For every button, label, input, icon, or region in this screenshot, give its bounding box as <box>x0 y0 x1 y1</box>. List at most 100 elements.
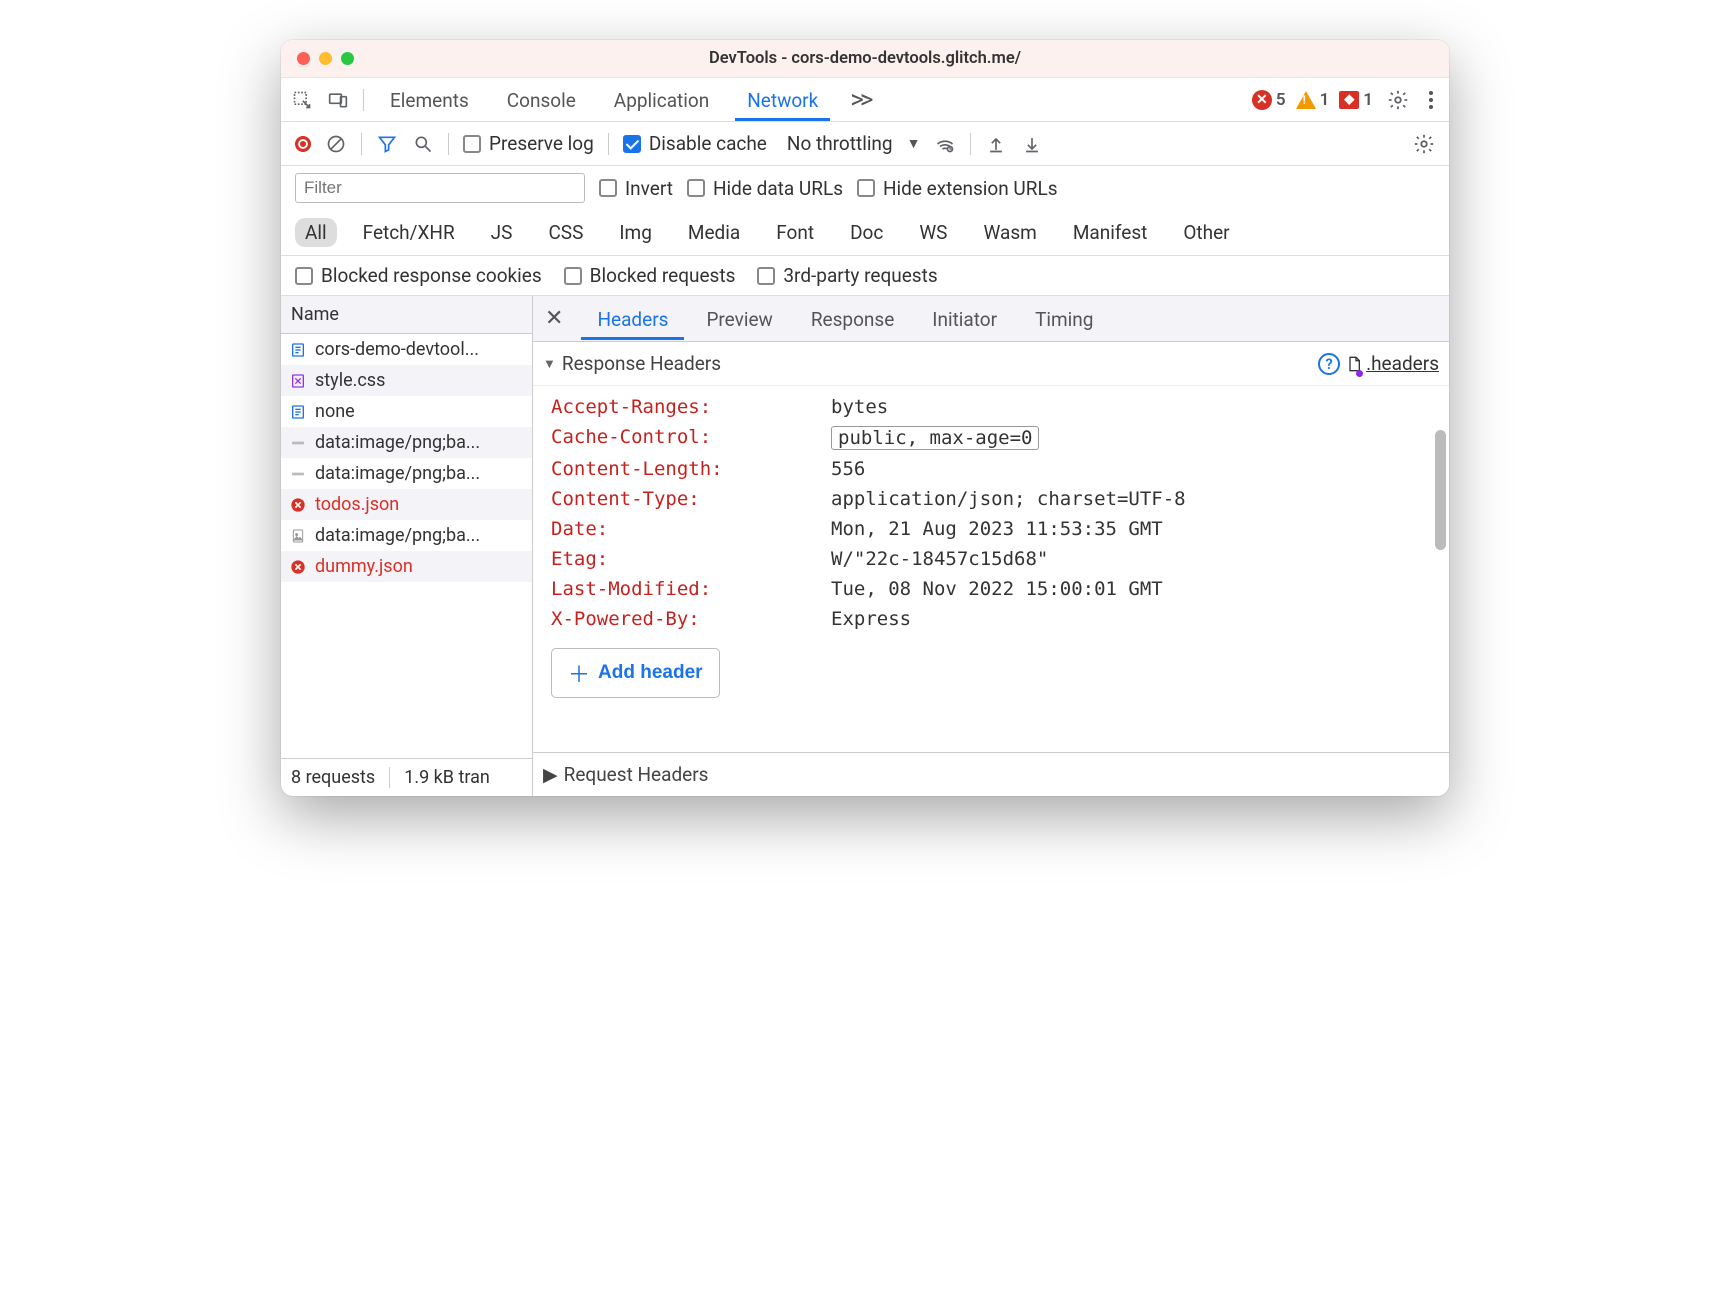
headers-file-link[interactable]: .headers <box>1346 352 1439 375</box>
help-icon[interactable]: ? <box>1318 353 1340 375</box>
detail-pane: ✕ Headers Preview Response Initiator Tim… <box>533 296 1449 796</box>
add-header-button[interactable]: ＋Add header <box>551 648 720 698</box>
type-filter-wasm[interactable]: Wasm <box>973 218 1046 247</box>
network-settings-icon[interactable] <box>1413 133 1435 155</box>
detail-tab-response[interactable]: Response <box>795 298 910 340</box>
header-row: Content-Length:556 <box>551 454 1441 484</box>
type-filter-css[interactable]: CSS <box>538 218 593 247</box>
request-row[interactable]: data:image/png;ba... <box>281 520 532 551</box>
request-headers-title: Request Headers <box>564 763 709 786</box>
header-value: bytes <box>831 396 888 418</box>
issues-count-badge[interactable]: ◆1 <box>1339 90 1373 110</box>
request-row[interactable]: style.css <box>281 365 532 396</box>
request-headers-section[interactable]: ▶ Request Headers <box>533 752 1449 796</box>
tab-application[interactable]: Application <box>602 79 721 121</box>
throttling-chevron-icon[interactable]: ▼ <box>907 135 921 152</box>
type-filter-other[interactable]: Other <box>1173 218 1239 247</box>
disclosure-triangle-icon[interactable]: ▶ <box>543 763 558 786</box>
warning-count-badge[interactable]: 1 <box>1296 90 1330 110</box>
request-row[interactable]: cors-demo-devtool... <box>281 334 532 365</box>
request-name: style.css <box>315 370 385 391</box>
request-name: data:image/png;ba... <box>315 525 480 546</box>
request-name: data:image/png;ba... <box>315 463 480 484</box>
filter-icon[interactable] <box>376 133 398 155</box>
request-list: cors-demo-devtool... style.css none data:im… <box>281 334 532 758</box>
request-row[interactable]: data:image/png;ba... <box>281 458 532 489</box>
request-row[interactable]: none <box>281 396 532 427</box>
header-row: Etag:W/"22c-18457c15d68" <box>551 544 1441 574</box>
blocked-requests-checkbox[interactable] <box>564 267 582 285</box>
invert-checkbox[interactable] <box>599 179 617 197</box>
blocked-cookies-label: Blocked response cookies <box>321 264 542 287</box>
inspect-icon[interactable] <box>291 89 313 111</box>
network-conditions-icon[interactable] <box>934 133 956 155</box>
request-name: todos.json <box>315 494 399 515</box>
download-har-icon[interactable] <box>1021 133 1043 155</box>
preserve-log-label: Preserve log <box>489 132 594 155</box>
header-name: Last-Modified: <box>551 578 831 600</box>
main-tabstrip: Elements Console Application Network >> … <box>281 78 1449 122</box>
request-row[interactable]: dummy.json <box>281 551 532 582</box>
transfer-size: 1.9 kB tran <box>404 767 490 788</box>
request-row[interactable]: data:image/png;ba... <box>281 427 532 458</box>
img-file-icon <box>289 434 307 452</box>
disclosure-triangle-icon[interactable]: ▼ <box>543 356 556 372</box>
type-filter-img[interactable]: Img <box>609 218 662 247</box>
hide-data-urls-label: Hide data URLs <box>713 177 843 200</box>
doc-file-icon <box>289 403 307 421</box>
disable-cache-checkbox[interactable] <box>623 135 641 153</box>
throttling-select[interactable]: No throttling <box>787 132 893 155</box>
search-icon[interactable] <box>412 133 434 155</box>
device-toolbar-icon[interactable] <box>327 89 349 111</box>
name-column-header[interactable]: Name <box>281 296 532 334</box>
request-name: dummy.json <box>315 556 413 577</box>
third-party-checkbox[interactable] <box>757 267 775 285</box>
header-value: 556 <box>831 458 865 480</box>
detail-tab-initiator[interactable]: Initiator <box>916 298 1013 340</box>
imgfile-file-icon <box>289 527 307 545</box>
type-filter-ws[interactable]: WS <box>909 218 957 247</box>
hide-extension-urls-label: Hide extension URLs <box>883 177 1058 200</box>
preserve-log-checkbox[interactable] <box>463 135 481 153</box>
header-value[interactable]: public, max-age=0 <box>831 426 1039 450</box>
error-count-badge[interactable]: ✕5 <box>1252 90 1286 110</box>
error-icon <box>289 558 307 576</box>
header-value: application/json; charset=UTF-8 <box>831 488 1186 510</box>
record-button[interactable] <box>295 136 311 152</box>
type-filter-manifest[interactable]: Manifest <box>1063 218 1158 247</box>
more-options-icon[interactable] <box>1423 91 1439 109</box>
type-filter-font[interactable]: Font <box>766 218 824 247</box>
settings-icon[interactable] <box>1387 89 1409 111</box>
upload-har-icon[interactable] <box>985 133 1007 155</box>
content-area: Name cors-demo-devtool... style.css none da… <box>281 296 1449 796</box>
doc-file-icon <box>289 341 307 359</box>
type-filter-all[interactable]: All <box>295 218 337 247</box>
request-count: 8 requests <box>291 767 375 788</box>
request-row[interactable]: todos.json <box>281 489 532 520</box>
extra-filters: Blocked response cookies Blocked request… <box>281 256 1449 296</box>
filter-input[interactable] <box>295 173 585 203</box>
hide-data-urls-checkbox[interactable] <box>687 179 705 197</box>
clear-icon[interactable] <box>325 133 347 155</box>
type-filter-doc[interactable]: Doc <box>840 218 893 247</box>
detail-tab-timing[interactable]: Timing <box>1019 298 1109 340</box>
detail-tab-preview[interactable]: Preview <box>690 298 788 340</box>
type-filter-fetchxhr[interactable]: Fetch/XHR <box>353 218 465 247</box>
detail-tab-headers[interactable]: Headers <box>581 298 684 340</box>
close-detail-icon[interactable]: ✕ <box>533 296 575 341</box>
type-filter-js[interactable]: JS <box>481 218 523 247</box>
header-row: Date:Mon, 21 Aug 2023 11:53:35 GMT <box>551 514 1441 544</box>
more-tabs-icon[interactable]: >> <box>844 85 875 115</box>
response-headers-section[interactable]: ▼ Response Headers ? .headers <box>533 342 1449 386</box>
header-row: X-Powered-By:Express <box>551 604 1441 634</box>
type-filter-media[interactable]: Media <box>678 218 750 247</box>
blocked-cookies-checkbox[interactable] <box>295 267 313 285</box>
hide-extension-urls-checkbox[interactable] <box>857 179 875 197</box>
third-party-label: 3rd-party requests <box>783 264 937 287</box>
tab-console[interactable]: Console <box>495 79 588 121</box>
tab-elements[interactable]: Elements <box>378 79 481 121</box>
tab-network[interactable]: Network <box>735 79 830 121</box>
resource-type-filter: All Fetch/XHR JS CSS Img Media Font Doc WS Wasm Ma… <box>281 210 1449 256</box>
header-name: Content-Type: <box>551 488 831 510</box>
request-name: none <box>315 401 355 422</box>
